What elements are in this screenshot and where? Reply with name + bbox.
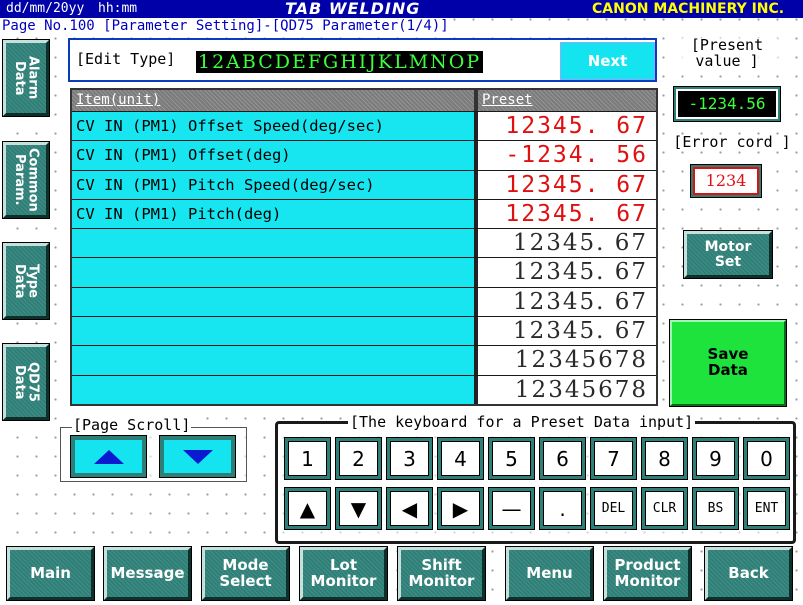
table-row[interactable]: 12345678	[72, 345, 656, 375]
nav-menu-button[interactable]: Menu	[506, 547, 593, 600]
title-bar: dd/mm/20yy hh:mm TAB WELDING CANON MACHI…	[0, 0, 803, 18]
table-row[interactable]: 12345. 67	[72, 286, 656, 317]
column-header-item: Item(unit)	[72, 90, 478, 111]
edit-type-bar: [Edit Type] 12ABCDEFGHIJKLMNOP Next	[68, 38, 657, 82]
key-decimal-point[interactable]: .	[540, 488, 585, 529]
present-value-label: [Present value ]	[676, 37, 778, 70]
key-9[interactable]: 9	[693, 438, 738, 479]
side-tab-common-param[interactable]: Common Param.	[3, 142, 49, 218]
key-3[interactable]: 3	[387, 438, 432, 479]
side-tab-label: Type Data	[12, 263, 41, 299]
nav-mode-select-button[interactable]: Mode Select	[202, 547, 289, 600]
keyboard-title: [The keyboard for a Preset Data input]	[348, 413, 696, 431]
row-preset-value[interactable]: -1234. 56	[478, 141, 656, 170]
column-header-preset: Preset	[482, 92, 533, 108]
save-data-button[interactable]: Save Data	[670, 320, 786, 406]
key-minus[interactable]: —	[489, 488, 534, 529]
side-tab-type-data[interactable]: Type Data	[3, 243, 49, 319]
down-triangle-icon: ▼	[350, 496, 367, 521]
key-7[interactable]: 7	[591, 438, 636, 479]
nav-shift-monitor-button[interactable]: Shift Monitor	[398, 547, 485, 600]
key-enter[interactable]: ENT	[744, 488, 789, 529]
side-tab-label: Common Param.	[12, 148, 41, 212]
row-preset-value[interactable]: 12345. 67	[478, 258, 656, 287]
table-row[interactable]: CV IN (PM1) Pitch(deg) 12345. 67	[72, 198, 656, 229]
table-row[interactable]: 12345. 67	[72, 257, 656, 287]
row-item-name	[72, 258, 478, 287]
left-triangle-icon: ◀	[401, 496, 418, 521]
side-tab-qd75-data[interactable]: QD75 Data	[3, 344, 49, 420]
side-tab-alarm-data[interactable]: Alarm Data	[3, 40, 49, 116]
key-delete[interactable]: DEL	[591, 488, 636, 529]
side-tab-label: QD75 Data	[12, 362, 41, 402]
error-code-display: 1234	[693, 167, 759, 195]
table-row[interactable]: 12345. 67	[72, 316, 656, 346]
row-item-name	[72, 287, 478, 317]
row-preset-value[interactable]: 12345678	[478, 346, 656, 375]
table-row[interactable]: CV IN (PM1) Pitch Speed(deg/sec) 12345. 6…	[72, 169, 656, 199]
table-row[interactable]: CV IN (PM1) Offset Speed(deg/sec) 12345. …	[72, 111, 656, 141]
motor-set-button[interactable]: Motor Set	[684, 231, 772, 278]
nav-main-button[interactable]: Main	[7, 547, 94, 600]
key-5[interactable]: 5	[489, 438, 534, 479]
key-4[interactable]: 4	[438, 438, 483, 479]
time-display: hh:mm	[98, 1, 138, 16]
up-arrow-icon	[93, 449, 124, 464]
up-triangle-icon: ▲	[299, 496, 316, 521]
key-0[interactable]: 0	[744, 438, 789, 479]
down-arrow-icon	[182, 449, 213, 464]
next-button[interactable]: Next	[560, 42, 655, 80]
table-row[interactable]: 12345. 67	[72, 228, 656, 258]
key-clear[interactable]: CLR	[642, 488, 687, 529]
app-title: TAB WELDING	[285, 0, 421, 18]
row-item-name	[72, 229, 478, 258]
side-tab-label: Alarm Data	[12, 56, 41, 100]
nav-message-button[interactable]: Message	[104, 547, 191, 600]
row-item-name: CV IN (PM1) Pitch(deg)	[72, 199, 478, 229]
nav-product-monitor-button[interactable]: Product Monitor	[604, 547, 691, 600]
row-preset-value[interactable]: 12345. 67	[478, 199, 656, 229]
row-preset-value[interactable]: 12345678	[478, 375, 656, 404]
preset-keyboard: 1 2 3 4 5 6 7 8 9 0 ▲ ▼ ◀ ▶ — . DEL CLR …	[275, 421, 796, 544]
row-item-name	[72, 375, 478, 404]
date-display: dd/mm/20yy	[6, 1, 85, 16]
row-preset-value[interactable]: 12345. 67	[478, 170, 656, 199]
key-1[interactable]: 1	[285, 438, 330, 479]
page-scroll-label: [Page Scroll]	[72, 416, 192, 434]
scroll-down-button[interactable]	[160, 436, 235, 477]
present-value-display: -1234.56	[676, 89, 778, 119]
company-name: CANON MACHINERY INC.	[592, 1, 785, 17]
key-2[interactable]: 2	[336, 438, 381, 479]
table-row[interactable]: 12345678	[72, 374, 656, 404]
page-breadcrumb: Page No.100 [Parameter Setting]-[QD75 Pa…	[0, 18, 449, 34]
edit-type-label: [Edit Type]	[76, 50, 176, 68]
table-row[interactable]: CV IN (PM1) Offset(deg) -1234. 56	[72, 140, 656, 170]
row-item-name: CV IN (PM1) Offset Speed(deg/sec)	[72, 112, 478, 141]
nav-lot-monitor-button[interactable]: Lot Monitor	[300, 547, 387, 600]
row-item-name	[72, 346, 478, 375]
key-backspace[interactable]: BS	[693, 488, 738, 529]
row-preset-value[interactable]: 12345. 67	[478, 112, 656, 141]
scroll-up-button[interactable]	[71, 436, 146, 477]
key-right-arrow[interactable]: ▶	[438, 488, 483, 529]
nav-back-button[interactable]: Back	[705, 547, 792, 600]
edit-type-value: 12ABCDEFGHIJKLMNOP	[196, 51, 484, 73]
row-preset-value[interactable]: 12345. 67	[478, 287, 656, 317]
page-scroll-panel	[60, 427, 247, 482]
error-code-label: [Error cord ]	[664, 134, 800, 151]
key-up-arrow[interactable]: ▲	[285, 488, 330, 529]
key-6[interactable]: 6	[540, 438, 585, 479]
row-preset-value[interactable]: 12345. 67	[478, 229, 656, 258]
table-header: Item(unit) Preset	[72, 90, 656, 111]
row-item-name	[72, 317, 478, 346]
key-down-arrow[interactable]: ▼	[336, 488, 381, 529]
row-item-name: CV IN (PM1) Pitch Speed(deg/sec)	[72, 170, 478, 199]
row-preset-value[interactable]: 12345. 67	[478, 317, 656, 346]
parameter-table: Item(unit) Preset CV IN (PM1) Offset Spe…	[70, 88, 658, 406]
key-left-arrow[interactable]: ◀	[387, 488, 432, 529]
right-triangle-icon: ▶	[452, 496, 469, 521]
row-item-name: CV IN (PM1) Offset(deg)	[72, 141, 478, 170]
key-8[interactable]: 8	[642, 438, 687, 479]
